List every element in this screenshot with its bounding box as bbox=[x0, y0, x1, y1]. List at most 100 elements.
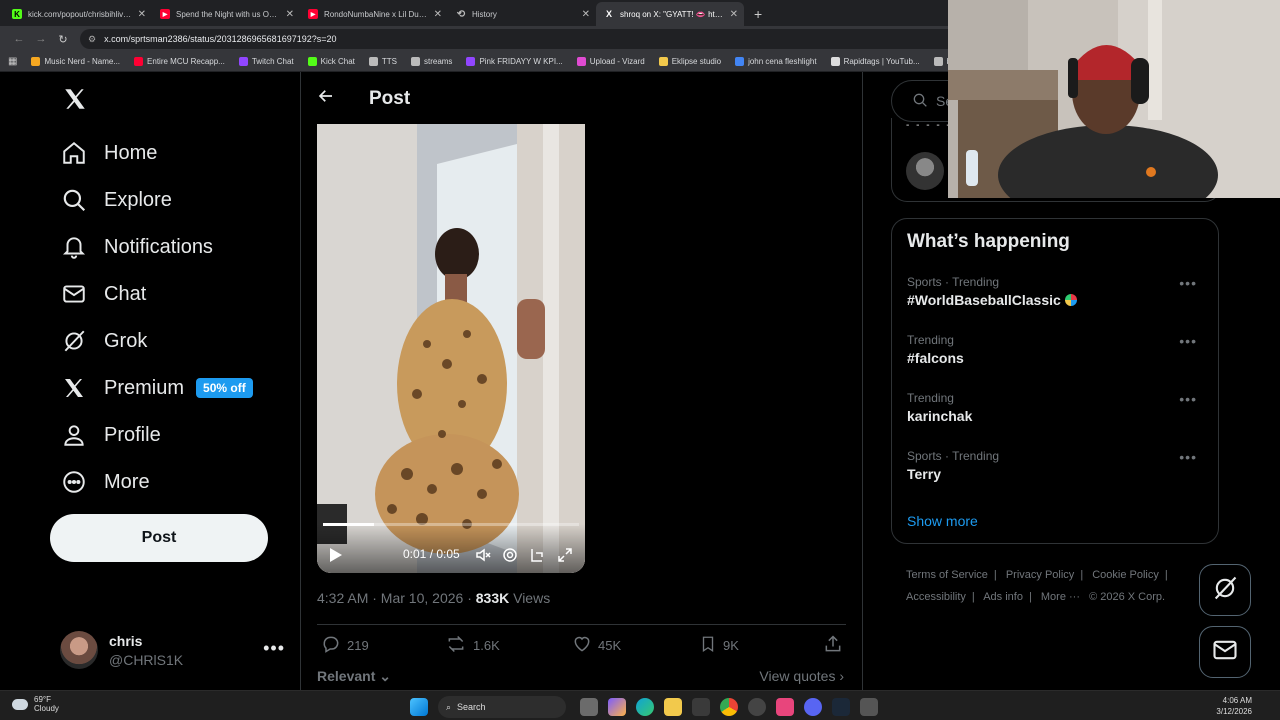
back-icon[interactable]: ← bbox=[8, 33, 30, 45]
new-tab-icon[interactable]: + bbox=[754, 2, 762, 26]
share-button[interactable] bbox=[823, 634, 849, 657]
bookmark-item[interactable]: Eklipse studio bbox=[658, 57, 721, 66]
bookmark-item[interactable]: Pink FRIDAYY W KPI... bbox=[466, 57, 563, 66]
reload-icon[interactable]: ↻ bbox=[52, 33, 74, 46]
settings-gear-icon[interactable] bbox=[502, 547, 518, 563]
close-tab-icon[interactable]: ✕ bbox=[138, 9, 146, 20]
bookmark-item[interactable]: Kick Chat bbox=[307, 57, 355, 66]
x-logo-icon[interactable] bbox=[62, 86, 88, 120]
fullscreen-icon[interactable] bbox=[557, 547, 573, 563]
post-button[interactable]: Post bbox=[50, 514, 268, 562]
browser-tab-active[interactable]: X shroq on X: "GYATT! 👄 https:/ ✕ bbox=[596, 2, 744, 26]
trend-item[interactable]: Sports · Trending #WorldBaseballClassic … bbox=[907, 275, 1207, 308]
chrome-icon[interactable] bbox=[720, 698, 738, 716]
browser-tab[interactable]: ▶ Spend the Night with us Overn ✕ bbox=[152, 2, 300, 26]
grok-fab-button[interactable] bbox=[1199, 564, 1251, 616]
pip-icon[interactable] bbox=[529, 547, 545, 563]
history-icon: ⟲ bbox=[456, 8, 466, 20]
weather-widget[interactable]: 69°F Cloudy bbox=[12, 695, 59, 713]
browser-tab[interactable]: ⟲ History ✕ bbox=[448, 2, 596, 26]
steam-icon[interactable] bbox=[832, 698, 850, 716]
browser-tab[interactable]: ▶ RondoNumbaNine x Lil Durk - I ✕ bbox=[300, 2, 448, 26]
ads-info-link[interactable]: Ads info bbox=[983, 591, 1023, 603]
trend-item[interactable]: Trending karinchak ••• bbox=[907, 391, 1207, 424]
repost-button[interactable]: 1.6K bbox=[445, 634, 500, 657]
more-dots-icon[interactable]: ••• bbox=[263, 638, 285, 659]
discord-icon[interactable] bbox=[804, 698, 822, 716]
home-icon bbox=[60, 139, 88, 167]
video-scrubber[interactable] bbox=[323, 523, 579, 526]
mute-icon[interactable] bbox=[475, 547, 491, 563]
nav-more[interactable]: More bbox=[60, 460, 150, 504]
file-explorer-icon[interactable] bbox=[664, 698, 682, 716]
avatar[interactable] bbox=[906, 152, 944, 190]
system-clock[interactable]: 4:06 AM 3/12/2026 bbox=[1216, 695, 1252, 717]
sort-replies-dropdown[interactable]: Relevant ⌄ bbox=[317, 668, 391, 685]
close-tab-icon[interactable]: ✕ bbox=[730, 9, 738, 20]
account-switcher[interactable]: chris @CHRlS1K ••• bbox=[60, 628, 285, 672]
nav-notifications[interactable]: Notifications bbox=[60, 225, 213, 269]
nav-home[interactable]: Home bbox=[60, 131, 157, 175]
trend-item[interactable]: Trending #falcons ••• bbox=[907, 333, 1207, 366]
bookmark-label: john cena fleshlight bbox=[748, 57, 817, 66]
trend-item[interactable]: Sports · Trending Terry ••• bbox=[907, 449, 1207, 482]
bookmark-label: streams bbox=[423, 57, 453, 66]
more-dots-icon[interactable]: ••• bbox=[1179, 275, 1197, 291]
bookmark-item[interactable]: Twitch Chat bbox=[238, 57, 294, 66]
store-icon[interactable] bbox=[692, 698, 710, 716]
show-more-link[interactable]: Show more bbox=[907, 513, 978, 529]
cookie-link[interactable]: Cookie Policy bbox=[1092, 569, 1159, 581]
bookmark-item[interactable]: Entire MCU Recapp... bbox=[134, 57, 225, 66]
windows-start-icon[interactable] bbox=[410, 698, 428, 716]
bookmark-label: Twitch Chat bbox=[251, 57, 294, 66]
obs-icon[interactable] bbox=[748, 698, 766, 716]
capture-icon[interactable] bbox=[860, 698, 878, 716]
nav-chat[interactable]: Chat bbox=[60, 272, 146, 316]
like-button[interactable]: 45K bbox=[572, 634, 621, 657]
video-player[interactable]: 0:01 / 0:05 bbox=[317, 124, 585, 573]
back-arrow-icon[interactable] bbox=[317, 87, 341, 110]
bookmark-item[interactable]: Music Nerd - Name... bbox=[31, 57, 120, 66]
bookmark-item[interactable]: Rapidtags | YouTub... bbox=[830, 57, 920, 66]
bookmark-item[interactable]: streams bbox=[410, 57, 453, 66]
accessibility-link[interactable]: Accessibility bbox=[906, 591, 966, 603]
post-timestamp[interactable]: 4:32 AM · Mar 10, 2026 · bbox=[317, 590, 476, 606]
close-tab-icon[interactable]: ✕ bbox=[286, 9, 294, 20]
more-dots-icon[interactable]: ••• bbox=[1179, 391, 1197, 407]
tab-title: RondoNumbaNine x Lil Durk - I bbox=[324, 9, 428, 19]
nav-profile[interactable]: Profile bbox=[60, 413, 161, 457]
bookmark-item[interactable]: TTS bbox=[368, 57, 397, 66]
more-dots-icon[interactable]: ••• bbox=[1179, 333, 1197, 349]
task-view-icon[interactable] bbox=[580, 698, 598, 716]
nav-grok[interactable]: Grok bbox=[60, 319, 147, 363]
grok-icon bbox=[60, 327, 88, 355]
weather-temp: 69°F bbox=[34, 695, 51, 704]
more-link[interactable]: More ··· bbox=[1041, 591, 1080, 603]
close-tab-icon[interactable]: ✕ bbox=[582, 9, 590, 20]
more-dots-icon[interactable]: ••• bbox=[1179, 449, 1197, 465]
terms-link[interactable]: Terms of Service bbox=[906, 569, 988, 581]
bookmark-favicon-icon bbox=[735, 57, 745, 66]
app-icon[interactable] bbox=[776, 698, 794, 716]
panel-title: What’s happening bbox=[907, 231, 1070, 252]
play-icon[interactable] bbox=[329, 547, 345, 563]
reply-button[interactable]: 219 bbox=[321, 634, 369, 657]
nav-premium[interactable]: Premium 50% off bbox=[60, 366, 253, 410]
bookmark-button[interactable]: 9K bbox=[699, 634, 739, 657]
apps-grid-icon[interactable]: ▦ bbox=[8, 56, 17, 67]
baseball-emoji-icon bbox=[1064, 294, 1077, 306]
copilot-icon[interactable] bbox=[608, 698, 626, 716]
privacy-link[interactable]: Privacy Policy bbox=[1006, 569, 1074, 581]
taskbar-search[interactable]: ⌕ Search bbox=[438, 696, 566, 718]
bookmark-item[interactable]: Upload - Vizard bbox=[576, 57, 645, 66]
nav-explore[interactable]: Explore bbox=[60, 178, 172, 222]
edge-icon[interactable] bbox=[636, 698, 654, 716]
bookmark-item[interactable]: john cena fleshlight bbox=[735, 57, 817, 66]
messages-fab-button[interactable] bbox=[1199, 626, 1251, 678]
bookmark-favicon-icon bbox=[830, 57, 840, 66]
site-info-icon[interactable]: ⚙ bbox=[88, 34, 96, 45]
forward-icon[interactable]: → bbox=[30, 33, 52, 45]
browser-tab[interactable]: K kick.com/popout/chrisbihlive/c ✕ bbox=[4, 2, 152, 26]
view-quotes-link[interactable]: View quotes › bbox=[759, 668, 844, 684]
close-tab-icon[interactable]: ✕ bbox=[434, 9, 442, 20]
